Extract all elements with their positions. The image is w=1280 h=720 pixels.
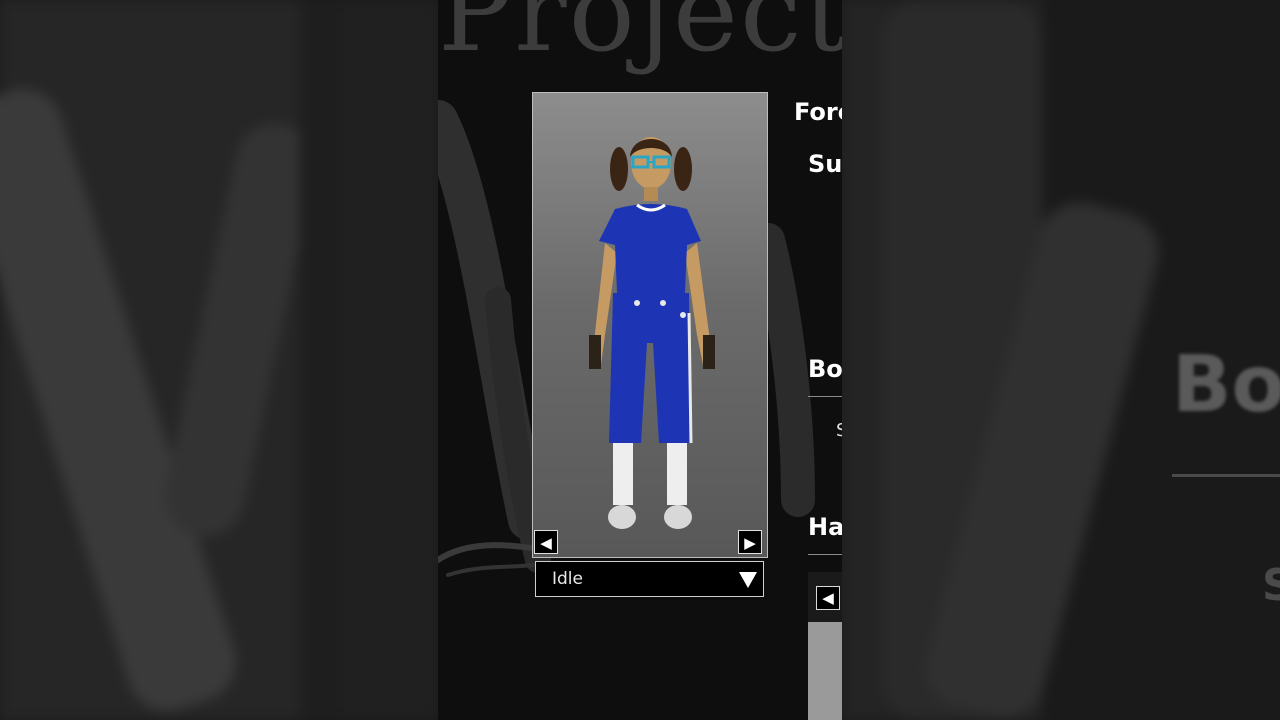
section-label-fore: Fore bbox=[794, 98, 842, 126]
right-blurred-panel: Bo S bbox=[842, 0, 1280, 720]
prev-option-button[interactable]: ◀ bbox=[816, 586, 840, 610]
blurred-divider bbox=[1172, 474, 1280, 477]
section-label-sun: Sun bbox=[808, 150, 842, 178]
game-screen: Project ◀ ▶ Idle For Su Bo S Ha ◀ bbox=[438, 0, 842, 720]
divider bbox=[808, 554, 842, 555]
left-blurred-panel bbox=[0, 0, 438, 720]
next-animation-button[interactable]: ▶ bbox=[738, 530, 762, 554]
option-label-s: S bbox=[836, 420, 842, 441]
blurred-label-bo: Bo bbox=[1172, 340, 1280, 430]
chevron-down-icon bbox=[739, 572, 757, 588]
section-label-ha: Ha bbox=[808, 513, 842, 541]
character-model bbox=[589, 137, 715, 529]
blurred-label-s: S bbox=[1262, 560, 1280, 611]
animation-dropdown-value: Idle bbox=[552, 569, 583, 589]
option-swatch[interactable] bbox=[808, 622, 842, 720]
section-label-bo: Bo bbox=[808, 355, 842, 383]
prev-animation-button[interactable]: ◀ bbox=[534, 530, 558, 554]
character-preview[interactable] bbox=[532, 92, 768, 558]
divider bbox=[808, 396, 842, 397]
animation-dropdown[interactable]: Idle bbox=[535, 561, 764, 597]
